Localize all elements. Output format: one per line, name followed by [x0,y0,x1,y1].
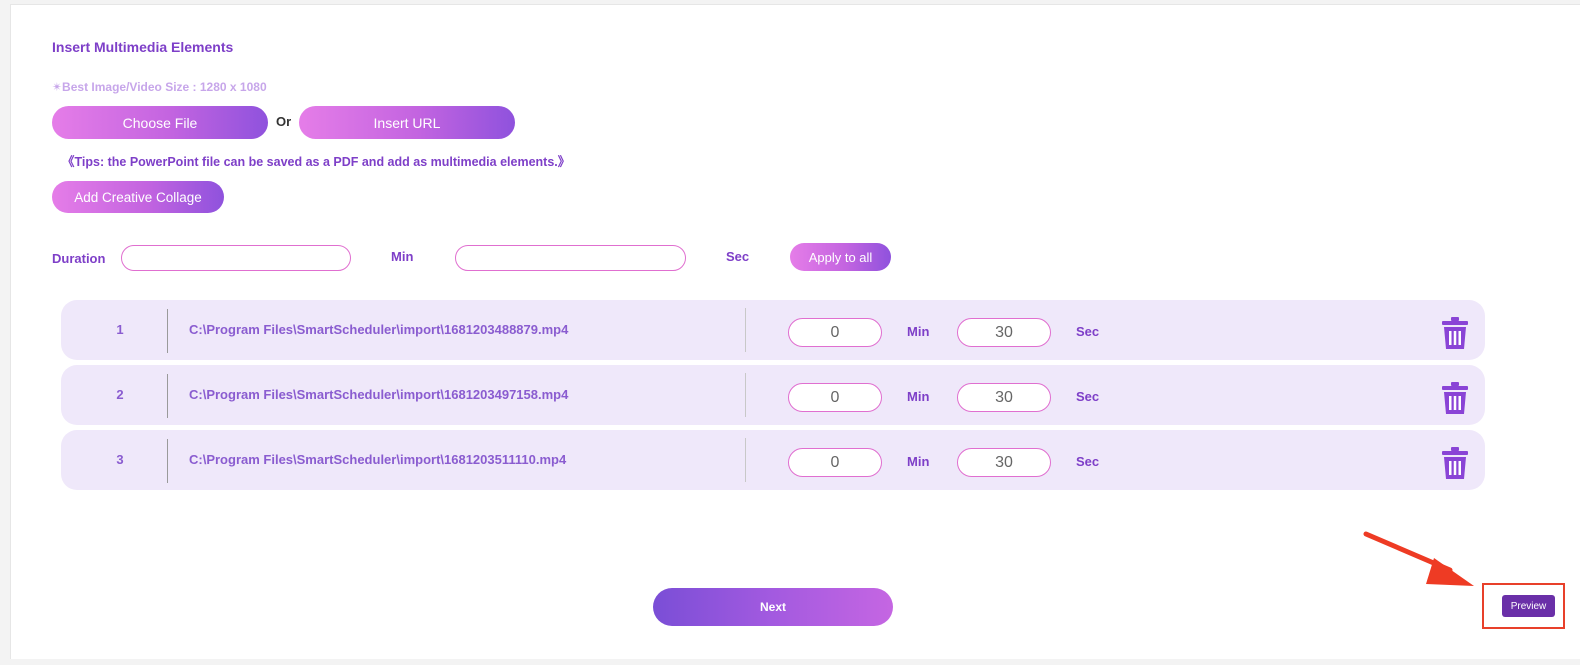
row-min-label: Min [907,324,930,339]
duration-sec-label: Sec [726,249,750,264]
row-divider [167,374,168,418]
trash-icon[interactable] [1441,316,1469,350]
size-note: ✴Best Image/Video Size : 1280 x 1080 [52,80,267,94]
next-button[interactable]: Next [653,588,893,626]
or-label: Or [276,114,292,129]
duration-min-input[interactable] [121,245,351,271]
file-row: 1 C:\Program Files\SmartScheduler\import… [61,300,1485,360]
file-row: 2 C:\Program Files\SmartScheduler\import… [61,365,1485,425]
row-index: 2 [116,387,124,402]
row-sec-input[interactable] [957,383,1051,412]
file-row: 3 C:\Program Files\SmartScheduler\import… [61,430,1485,490]
row-divider [745,308,746,352]
file-path: C:\Program Files\SmartScheduler\import\1… [189,452,567,467]
duration-label: Duration [52,251,106,266]
row-sec-label: Sec [1076,454,1100,469]
row-divider [745,373,746,417]
trash-icon[interactable] [1441,381,1469,415]
red-arrow-icon [1363,531,1474,586]
choose-file-button[interactable]: Choose File [52,106,268,139]
apply-to-all-button[interactable]: Apply to all [790,243,891,271]
file-path: C:\Program Files\SmartScheduler\import\1… [189,322,569,337]
row-divider [167,439,168,483]
row-sec-label: Sec [1076,389,1100,404]
add-creative-collage-button[interactable]: Add Creative Collage [52,181,224,213]
trash-icon[interactable] [1441,446,1469,480]
row-min-input[interactable] [788,318,882,347]
row-min-label: Min [907,389,930,404]
preview-button[interactable]: Preview [1502,595,1555,617]
row-sec-input[interactable] [957,318,1051,347]
row-sec-input[interactable] [957,448,1051,477]
page-title: Insert Multimedia Elements [52,39,234,55]
duration-sec-input[interactable] [455,245,686,271]
row-divider [745,438,746,482]
row-divider [167,309,168,353]
file-path: C:\Program Files\SmartScheduler\import\1… [189,387,569,402]
tips-text: 《Tips: the PowerPoint file can be saved … [62,155,571,169]
row-min-label: Min [907,454,930,469]
row-min-input[interactable] [788,383,882,412]
row-index: 1 [116,322,124,337]
duration-min-label: Min [391,249,414,264]
row-sec-label: Sec [1076,324,1100,339]
insert-url-button[interactable]: Insert URL [299,106,515,139]
row-min-input[interactable] [788,448,882,477]
row-index: 3 [116,452,124,467]
